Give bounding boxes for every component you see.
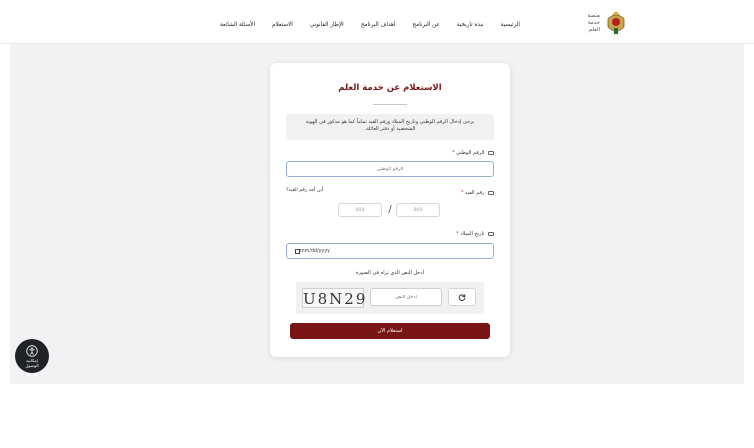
logo-line-2: خدمة <box>587 19 600 26</box>
id-card-icon <box>488 190 494 195</box>
captcha-title: أدخل النص الذي تراه في الصورة <box>355 270 425 276</box>
national-id-input[interactable] <box>286 161 494 177</box>
required-mark: * <box>461 190 464 196</box>
logo-line-1: منصة <box>587 12 600 19</box>
submit-button[interactable]: استعلام الآن <box>290 323 490 339</box>
dob-value: mm/dd/yyyy <box>300 248 331 254</box>
id-card-icon <box>488 150 494 155</box>
main-nav: الرئيسية نبذة تاريخية عن البرنامج أهداف … <box>220 22 520 32</box>
refresh-icon <box>458 294 466 301</box>
dob-label: تاريخ الميلاد * <box>456 231 494 237</box>
logo-line-3: العلم <box>588 26 600 33</box>
national-id-label: الرقم الوطني * <box>452 150 494 156</box>
nav-goals[interactable]: أهداف البرنامج <box>361 22 395 32</box>
national-id-label-text: الرقم الوطني <box>456 150 485 156</box>
accessibility-label-2: الوصول <box>25 362 39 368</box>
nav-about[interactable]: عن البرنامج <box>412 22 439 32</box>
accessibility-button[interactable]: إمكانية الوصول <box>15 339 49 373</box>
dob-label-text: تاريخ الميلاد <box>460 231 485 237</box>
nav-home[interactable]: الرئيسية <box>501 22 520 32</box>
captcha-refresh-button[interactable] <box>448 288 476 306</box>
page-title: الاستعلام عن خدمة العلم <box>338 83 442 93</box>
registry-separator: / <box>388 204 392 215</box>
captcha-box: U8N29 <box>296 282 484 314</box>
logo-text: منصة خدمة العلم <box>588 13 600 34</box>
title-divider <box>373 104 407 105</box>
calendar-label-icon <box>488 231 494 236</box>
nav-history[interactable]: نبذة تاريخية <box>457 22 484 32</box>
nav-faq[interactable]: الأسئلة الشائعة <box>220 22 255 32</box>
registry-input-second[interactable]: 000 <box>338 203 382 217</box>
registry-help-link[interactable]: أين أجد رقم القيد؟ <box>286 188 323 193</box>
accessibility-icon <box>26 344 38 357</box>
captcha-input[interactable] <box>370 288 442 306</box>
dob-input[interactable]: mm/dd/yyyy <box>286 243 494 259</box>
registry-input-first[interactable]: 000 <box>396 203 440 217</box>
registry-label: رقم القيد * <box>461 190 494 196</box>
captcha-image: U8N29 <box>302 288 368 308</box>
inquiry-form-card: الاستعلام عن خدمة العلم يرجى إدخال الرقم… <box>270 63 510 357</box>
nav-legal[interactable]: الإطار القانوني <box>310 22 344 32</box>
registry-label-text: رقم القيد <box>465 190 485 196</box>
jordan-emblem-icon <box>607 11 625 34</box>
required-mark: * <box>456 231 459 237</box>
site-logo[interactable]: منصة خدمة العلم <box>568 8 628 38</box>
required-mark: * <box>452 150 455 156</box>
nav-inquiry[interactable]: الاستعلام <box>272 22 293 32</box>
site-header: منصة خدمة العلم الرئيسية نبذة تاريخية عن… <box>0 0 754 44</box>
info-notice: يرجى إدخال الرقم الوطني وتاريخ الميلاد و… <box>286 114 494 140</box>
